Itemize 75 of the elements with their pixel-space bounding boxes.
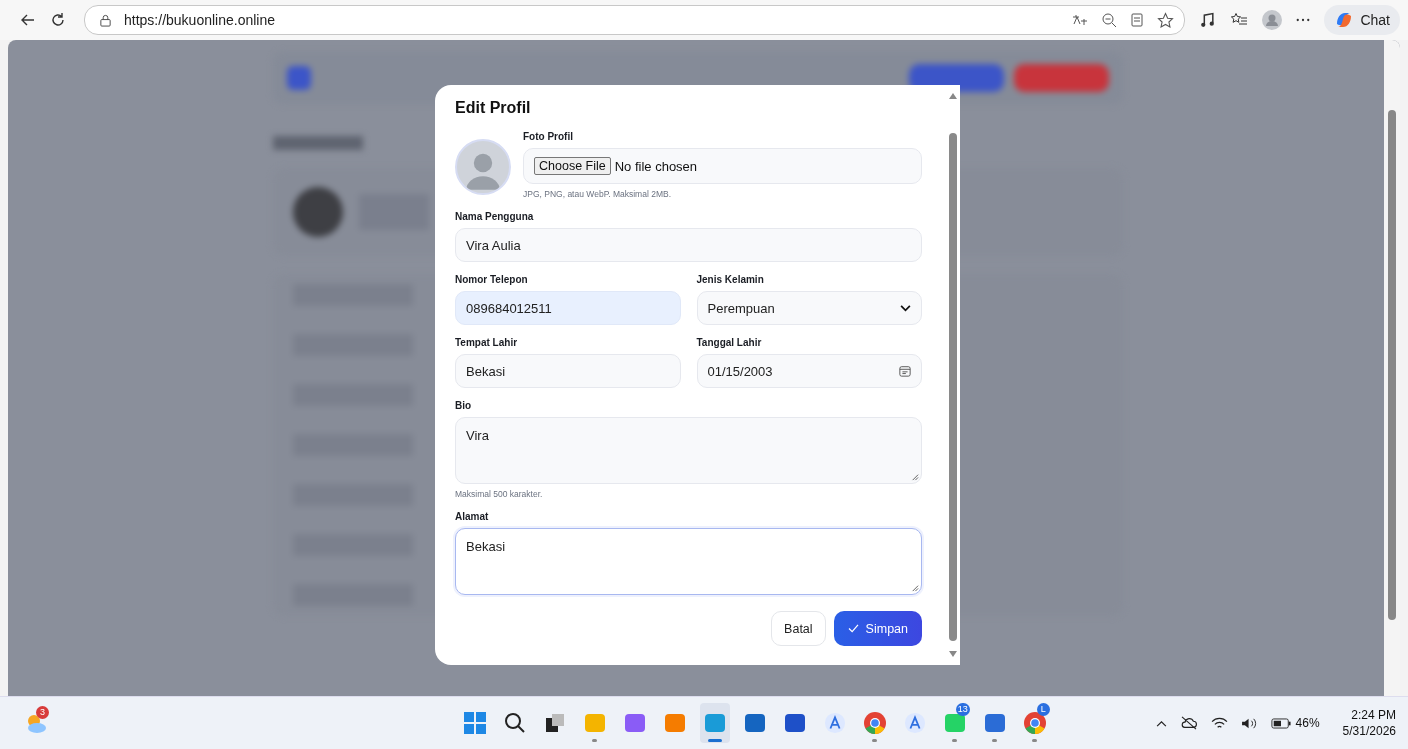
field-label: Alamat [455, 511, 490, 522]
letter-a-icon [903, 712, 926, 734]
chevron-down-icon [900, 304, 911, 312]
app-tile-icon [982, 711, 1007, 735]
resize-handle-icon[interactable] [910, 472, 919, 481]
browser-icon [1022, 711, 1047, 735]
dialog-title: Edit Profil [455, 99, 532, 117]
app-tile-icon [622, 711, 647, 735]
scroll-down-arrow-icon[interactable] [949, 651, 957, 657]
weather-widget[interactable]: 3 [24, 708, 54, 738]
clock-date[interactable]: 5/31/2026 [1342, 723, 1396, 739]
input-field[interactable]: Vira Aulia [455, 228, 922, 262]
cancel-button[interactable]: Batal [771, 611, 826, 646]
text-area[interactable]: Bekasi [455, 528, 922, 595]
date-field[interactable]: 01/15/2003 [696, 354, 922, 388]
taskbar-button[interactable]: L [1019, 703, 1050, 743]
gender-dropdown[interactable]: Perempuan [696, 291, 922, 325]
app-tile-icon [942, 711, 967, 735]
battery-percent: 46% [1295, 716, 1320, 730]
url-text: https://bukuonline.online [124, 12, 275, 28]
field-label: Nama Pengguna [455, 211, 535, 222]
field-label: Bio [455, 400, 473, 411]
field-label: Tempat Lahir [455, 337, 519, 348]
field-label: Jenis Kelamin [696, 274, 765, 285]
wifi-icon[interactable] [1210, 716, 1228, 730]
star-icon[interactable] [1157, 11, 1175, 29]
chat-button[interactable]: Chat [1324, 5, 1400, 35]
scroll-up-arrow-icon[interactable] [949, 93, 957, 99]
letter-a-icon [823, 712, 846, 734]
app-tile-icon [782, 711, 807, 735]
search-icon [503, 712, 526, 734]
hint-text: Maksimal 500 karakter. [455, 489, 544, 499]
back-arrow-icon[interactable] [20, 12, 36, 28]
reader-icon[interactable] [1129, 12, 1146, 28]
choose-file-button[interactable]: Choose File [534, 157, 611, 175]
app-tile-icon [582, 711, 607, 735]
translate-icon[interactable] [1071, 13, 1090, 27]
field-label: Nomor Telepon [455, 274, 529, 285]
taskbar-button[interactable]: 13 [939, 703, 970, 743]
lock-icon [99, 13, 112, 27]
clock-time[interactable]: 2:24 PM [1351, 707, 1396, 723]
app-tile-icon [742, 711, 767, 735]
avatar-placeholder [455, 139, 511, 195]
input-field[interactable]: Bekasi [455, 354, 681, 388]
profile-icon[interactable] [1262, 10, 1283, 30]
favorites-icon[interactable] [1230, 12, 1249, 28]
file-status: No file chosen [614, 158, 698, 174]
input-field[interactable]: 089684012511 [455, 291, 681, 325]
reload-icon[interactable] [50, 12, 66, 28]
app-tile-icon [702, 711, 727, 735]
calendar-icon[interactable] [899, 365, 911, 377]
task-view-icon [543, 712, 566, 734]
check-icon [847, 624, 859, 633]
field-label: Foto Profil [523, 131, 574, 142]
battery-icon[interactable] [1270, 717, 1291, 729]
chevron-up-icon[interactable] [1155, 719, 1167, 727]
notification-badge: L [1036, 703, 1050, 716]
zoom-out-icon[interactable] [1101, 12, 1118, 28]
hint-text: JPG, PNG, atau WebP. Maksimal 2MB. [523, 189, 672, 199]
notification-badge: 13 [955, 703, 970, 716]
notification-badge: 3 [36, 706, 49, 719]
page-scrollbar[interactable] [1384, 40, 1400, 696]
cloud-off-icon[interactable] [1179, 716, 1198, 730]
music-note-icon[interactable] [1199, 11, 1217, 29]
browser-icon [862, 711, 887, 735]
more-icon[interactable] [1296, 18, 1311, 22]
address-bar[interactable]: https://bukuonline.online [84, 5, 1186, 35]
volume-icon[interactable] [1240, 716, 1258, 730]
resize-handle-icon[interactable] [910, 583, 919, 592]
text-area[interactable]: Vira [455, 417, 922, 484]
app-tile-icon [662, 711, 687, 735]
save-button[interactable]: Simpan [833, 611, 922, 646]
file-input[interactable]: Choose File No file chosen [523, 148, 922, 184]
windows-logo-icon [463, 712, 486, 734]
field-label: Tanggal Lahir [696, 337, 763, 348]
